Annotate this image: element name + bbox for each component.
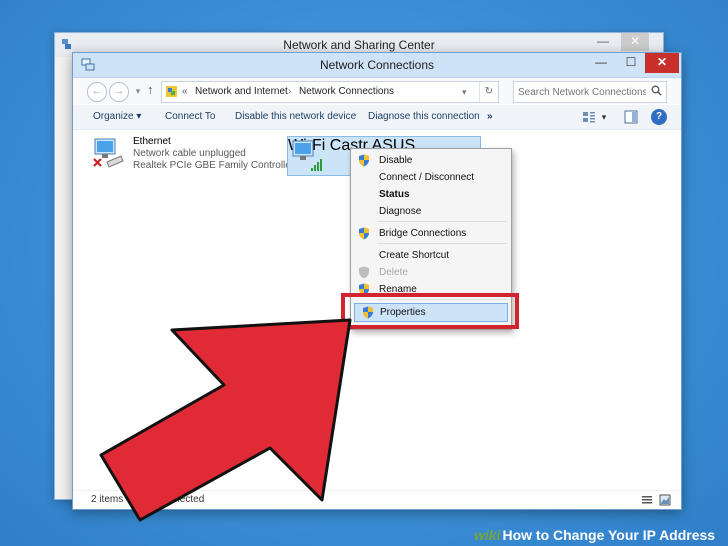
adapter-name: Realtek PCIe GBE Family Controller xyxy=(133,160,295,171)
highlight-box xyxy=(341,293,519,329)
menu-label: Delete xyxy=(379,267,408,278)
status-bar: 2 items 1 item selected xyxy=(73,490,681,509)
menu-item-delete: Delete xyxy=(351,264,509,281)
menu-label: Bridge Connections xyxy=(379,228,467,239)
forward-button[interactable]: → xyxy=(109,82,129,102)
minimize-button[interactable]: — xyxy=(589,33,617,51)
network-connections-icon xyxy=(81,58,95,71)
connection-status: Network cable unplugged xyxy=(133,148,246,159)
back-button[interactable]: ← xyxy=(87,82,107,102)
breadcrumb-network-connections[interactable]: Network Connections xyxy=(299,82,394,102)
menu-label: Disable xyxy=(379,155,413,166)
address-field[interactable]: « Network and Internet › Network Connect… xyxy=(161,81,499,103)
preview-pane-icon[interactable] xyxy=(623,109,639,125)
menu-item-status[interactable]: Status xyxy=(351,186,509,203)
close-button[interactable]: ✕ xyxy=(645,53,679,73)
breadcrumb-network-internet[interactable]: Network and Internet xyxy=(195,82,288,102)
organize-button[interactable]: Organize ▾ xyxy=(93,105,141,129)
address-bar: ← → ▾ ↑ « Network and Internet › Network… xyxy=(73,78,681,104)
maximize-button[interactable]: ☐ xyxy=(617,53,645,73)
selection-count: 1 item selected xyxy=(137,494,205,505)
menu-item-bridge-connections[interactable]: Bridge Connections xyxy=(351,225,509,242)
details-view-icon[interactable] xyxy=(641,494,653,506)
menu-label: Status xyxy=(379,189,410,200)
menu-item-connect-disconnect[interactable]: Connect / Disconnect xyxy=(351,169,509,186)
wikihow-logo: wiki xyxy=(474,527,501,543)
watermark: wiki How to Change Your IP Address xyxy=(474,525,715,546)
menu-item-diagnose[interactable]: Diagnose xyxy=(351,203,509,220)
minimize-button[interactable]: — xyxy=(587,53,615,73)
menu-label: Diagnose xyxy=(379,206,422,217)
search-input[interactable] xyxy=(514,83,646,102)
menu-item-create-shortcut[interactable]: Create Shortcut xyxy=(351,247,509,264)
diagnose-connection-button[interactable]: Diagnose this connection xyxy=(368,105,480,129)
item-count: 2 items xyxy=(91,494,124,505)
connect-to-button[interactable]: Connect To xyxy=(165,105,215,129)
ethernet-connection[interactable]: Ethernet Network cable unplugged Realtek… xyxy=(91,136,294,176)
watermark-title: How to Change Your IP Address xyxy=(502,527,716,543)
up-button[interactable]: ↑ xyxy=(147,82,154,97)
network-icon xyxy=(62,39,71,49)
refresh-button[interactable]: ↻ xyxy=(479,82,498,102)
ethernet-adapter-icon xyxy=(93,138,124,168)
address-dropdown[interactable]: ▾ xyxy=(462,82,467,102)
breadcrumb-overflow[interactable]: « xyxy=(182,82,188,102)
wifi-adapter-icon xyxy=(292,140,322,171)
large-icons-view-icon[interactable] xyxy=(659,494,671,506)
control-panel-icon xyxy=(166,86,177,97)
uac-shield-icon xyxy=(359,154,369,167)
close-button[interactable]: ✕ xyxy=(621,33,649,51)
menu-separator xyxy=(377,243,507,244)
menu-item-disable[interactable]: Disable xyxy=(351,152,509,169)
recent-dropdown[interactable]: ▾ xyxy=(133,83,143,99)
search-box[interactable] xyxy=(513,81,667,103)
title-bar: Network Connections — ☐ ✕ xyxy=(73,53,681,78)
menu-label: Create Shortcut xyxy=(379,250,450,261)
menu-separator xyxy=(377,221,507,222)
disable-device-button[interactable]: Disable this network device xyxy=(235,105,356,129)
uac-shield-icon xyxy=(359,227,369,240)
menu-label: Connect / Disconnect xyxy=(379,172,475,183)
search-icon[interactable] xyxy=(651,85,662,96)
change-view-icon[interactable] xyxy=(581,109,597,125)
command-bar: Organize ▾ Connect To Disable this netwo… xyxy=(73,105,681,130)
help-icon[interactable]: ? xyxy=(651,109,667,125)
view-dropdown[interactable]: ▾ xyxy=(599,109,609,125)
uac-shield-icon xyxy=(359,266,369,279)
connection-name: Ethernet xyxy=(133,136,171,147)
more-commands-button[interactable]: » xyxy=(487,105,493,129)
breadcrumb-separator: › xyxy=(288,86,292,97)
